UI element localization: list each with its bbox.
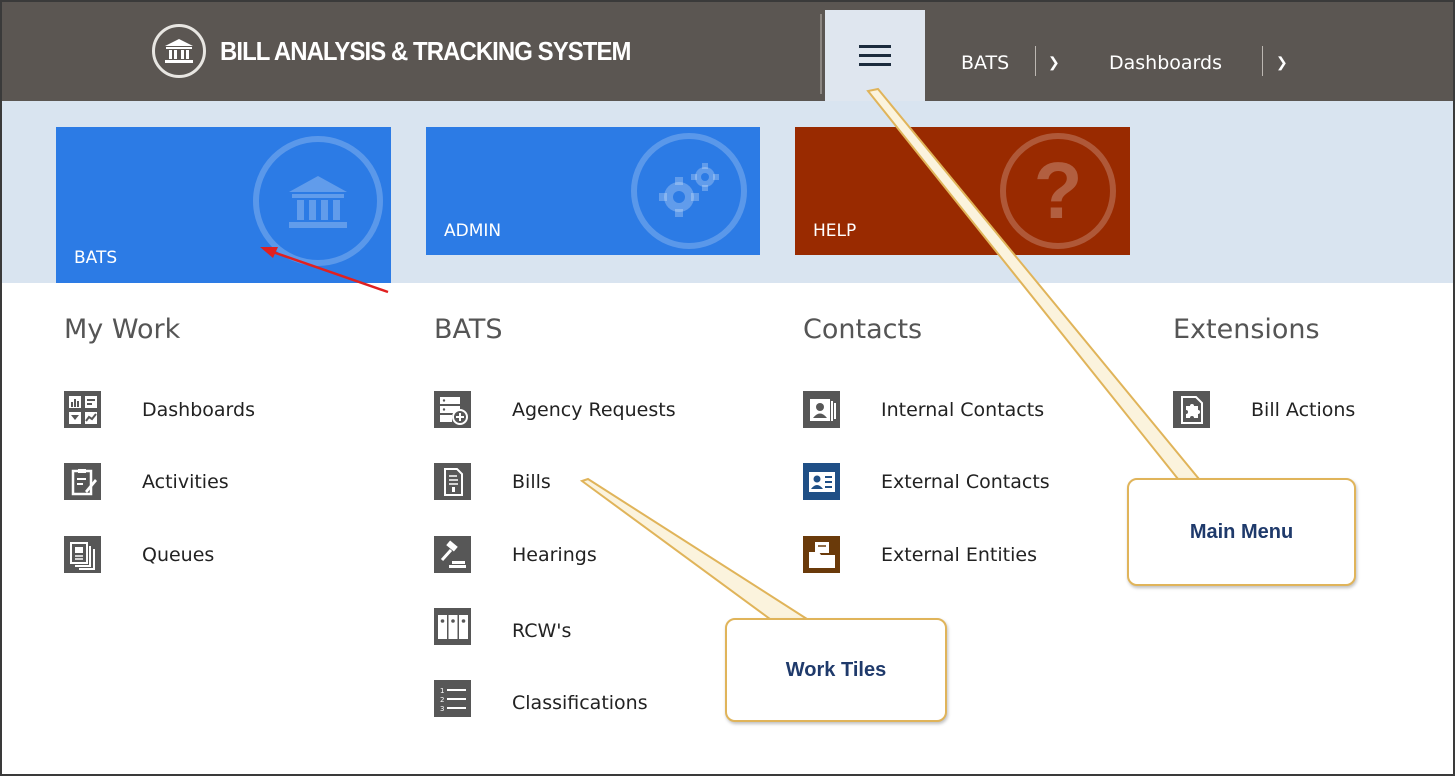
puzzle-doc-icon[interactable] bbox=[1173, 391, 1210, 428]
courthouse-icon[interactable] bbox=[152, 24, 206, 78]
document-icon[interactable] bbox=[434, 463, 471, 500]
svg-text:1: 1 bbox=[440, 687, 444, 695]
menu-item-bill-actions[interactable]: Bill Actions bbox=[1251, 399, 1355, 421]
callout-main-menu: Main Menu bbox=[1127, 478, 1356, 586]
binders-icon[interactable] bbox=[434, 608, 471, 645]
menu-item-bills[interactable]: Bills bbox=[512, 471, 551, 493]
app-title[interactable]: BILL ANALYSIS & TRACKING SYSTEM bbox=[220, 36, 631, 67]
question-icon: ? bbox=[1000, 133, 1116, 249]
nav-separator bbox=[1262, 46, 1263, 76]
nav-separator bbox=[1035, 46, 1036, 76]
menu-item-agency-requests[interactable]: Agency Requests bbox=[512, 399, 676, 421]
menu-item-queues[interactable]: Queues bbox=[142, 544, 214, 566]
hamburger-icon bbox=[859, 39, 891, 72]
section-heading-bats: BATS bbox=[434, 314, 503, 345]
chevron-down-icon[interactable]: ❯ bbox=[1276, 54, 1288, 71]
tile-help[interactable]: ? HELP bbox=[795, 127, 1130, 255]
tile-bar: BATS ADMIN ? HELP bbox=[2, 101, 1453, 283]
nav-bats[interactable]: BATS bbox=[961, 52, 1009, 74]
menu-item-internal-contacts[interactable]: Internal Contacts bbox=[881, 399, 1044, 421]
section-heading-extensions: Extensions bbox=[1173, 314, 1320, 345]
courthouse-icon bbox=[253, 136, 383, 266]
contact-card-blue-icon[interactable] bbox=[803, 463, 840, 500]
tile-label: HELP bbox=[813, 221, 857, 241]
gears-icon bbox=[631, 133, 747, 249]
work-tiles-callout-pointer bbox=[579, 477, 811, 620]
svg-text:2: 2 bbox=[440, 696, 444, 704]
numbered-list-icon[interactable]: 1 2 3 bbox=[434, 680, 471, 717]
menu-item-dashboards[interactable]: Dashboards bbox=[142, 399, 255, 421]
nav-dashboards[interactable]: Dashboards bbox=[1109, 52, 1222, 74]
chevron-down-icon[interactable]: ❯ bbox=[1048, 54, 1060, 71]
section-heading-my-work: My Work bbox=[64, 314, 181, 345]
screenshot-frame: BILL ANALYSIS & TRACKING SYSTEM BATS ❯ D… bbox=[0, 0, 1455, 776]
folder-entity-icon[interactable] bbox=[803, 536, 840, 573]
section-heading-contacts: Contacts bbox=[803, 314, 923, 345]
tile-bats[interactable]: BATS bbox=[56, 127, 391, 283]
clipboard-edit-icon[interactable] bbox=[64, 463, 101, 500]
tile-label: BATS bbox=[74, 248, 118, 268]
menu-item-activities[interactable]: Activities bbox=[142, 471, 229, 493]
server-add-icon[interactable] bbox=[434, 391, 471, 428]
tile-admin[interactable]: ADMIN bbox=[426, 127, 760, 255]
contact-card-icon[interactable] bbox=[803, 391, 840, 428]
menu-item-external-contacts[interactable]: External Contacts bbox=[881, 471, 1050, 493]
main-menu-button[interactable] bbox=[825, 10, 925, 101]
gavel-icon[interactable] bbox=[434, 536, 471, 573]
header-divider bbox=[820, 14, 822, 94]
menu-item-hearings[interactable]: Hearings bbox=[512, 544, 597, 566]
tile-label: ADMIN bbox=[444, 221, 502, 241]
menu-item-classifications[interactable]: Classifications bbox=[512, 692, 648, 714]
menu-item-external-entities[interactable]: External Entities bbox=[881, 544, 1037, 566]
menu-item-rcws[interactable]: RCW's bbox=[512, 620, 571, 642]
svg-text:3: 3 bbox=[440, 705, 444, 713]
top-bar: BILL ANALYSIS & TRACKING SYSTEM BATS ❯ D… bbox=[2, 2, 1453, 101]
dashboard-grid-icon[interactable] bbox=[64, 391, 101, 428]
callout-work-tiles: Work Tiles bbox=[725, 618, 947, 722]
stacked-documents-icon[interactable] bbox=[64, 536, 101, 573]
